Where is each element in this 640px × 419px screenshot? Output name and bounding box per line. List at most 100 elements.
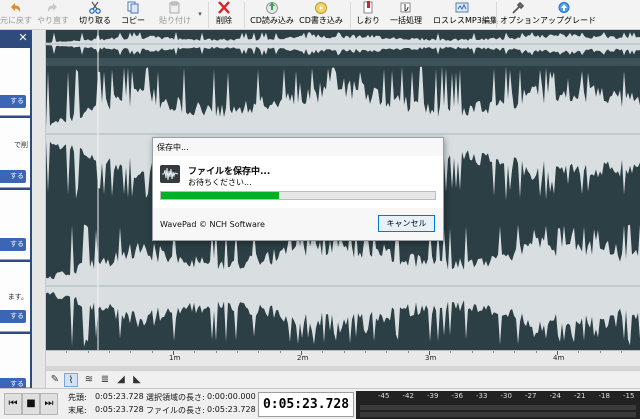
level-meter-left-channel [360, 405, 636, 410]
upgrade-button[interactable]: アップグレード [540, 0, 596, 30]
bookmark-button[interactable]: しおり [354, 0, 382, 30]
undo-label: 元に戻す [0, 16, 32, 25]
tips-panel: ✕ する で削 する する ます。 する する [0, 30, 32, 388]
timeline-minor-tick [194, 351, 196, 353]
wrench-icon [512, 1, 525, 14]
lossless-mp3-label: ロスレスMP3編集 [433, 16, 498, 25]
lossless-mp3-button[interactable]: ロスレスMP3編集 [433, 0, 498, 30]
options-label: オプション [500, 16, 540, 25]
close-icon[interactable]: ✕ [17, 32, 29, 44]
options-button[interactable]: オプション [500, 0, 540, 30]
save-progress-bar [160, 191, 436, 200]
copy-button[interactable]: コピー [118, 0, 148, 30]
red-x-icon [218, 1, 230, 14]
meter-scale-label: -30 [500, 392, 512, 400]
meter-scale-label: -24 [549, 392, 561, 400]
stop-icon: ■ [26, 398, 36, 409]
timeline-minor-tick [407, 351, 409, 353]
copy-label: コピー [121, 16, 145, 25]
toolbar-separator [244, 2, 245, 28]
level-meter-scale: -45 -42 -39 -36 -33 -30 -27 -24 -21 -18 -15 [356, 391, 640, 403]
paste-dropdown[interactable]: ▾ [196, 0, 204, 30]
cd-write-label: CD書き込み [299, 16, 343, 25]
skip-end-button[interactable]: ⏭ [40, 393, 58, 415]
meter-scale-label: -21 [574, 392, 586, 400]
cut-button[interactable]: 切り取る [78, 0, 112, 30]
tip-action-button[interactable]: する [0, 238, 26, 251]
select-tool-icon[interactable]: ⌇ [64, 373, 78, 387]
timeline-minor-tick [535, 351, 537, 353]
toolbar-separator [496, 2, 497, 28]
transport-bar: ⏮ ■ ⏭ 先頭: 0:05:23.728 末尾: 0:05:23.728 選択… [0, 388, 640, 419]
file-length-label: ファイルの長さ: [146, 406, 205, 415]
delete-button[interactable]: 削除 [210, 0, 238, 30]
tip-action-button[interactable]: する [0, 378, 26, 388]
tip-card: する [0, 190, 30, 260]
bookmark-label: しおり [356, 16, 380, 25]
upgrade-label: アップグレード [540, 16, 596, 25]
tip-action-button[interactable]: する [0, 95, 26, 108]
redo-arrow-icon [47, 3, 57, 12]
tip-card: ます。 する [0, 262, 30, 332]
cd-write-button[interactable]: CD書き込み [298, 0, 344, 30]
paste-button[interactable]: 貼り付け [155, 0, 195, 30]
meter-scale-label: -45 [378, 392, 390, 400]
end-value: 0:05:23.728 [95, 405, 144, 414]
timeline-minor-tick [279, 351, 281, 353]
tip-text: で削 [14, 141, 28, 149]
panel-splitter[interactable] [32, 30, 46, 388]
stop-button[interactable]: ■ [22, 393, 40, 415]
cd-read-button[interactable]: CD読み込み [248, 0, 296, 30]
dialog-body: ファイルを保存中... お待ちください... [153, 156, 443, 208]
timeline-minor-tick [578, 351, 580, 353]
copy-icon [127, 1, 139, 14]
skip-forward-icon: ⏭ [44, 398, 54, 409]
meter-scale-label: -39 [427, 392, 439, 400]
timeline-minor-tick [322, 351, 324, 353]
timeline-minor-tick [599, 351, 601, 353]
timeline-minor-tick [471, 351, 473, 353]
fade-out-tool-icon[interactable]: ◣ [130, 373, 144, 387]
edit-tools-row: ✎ ⌇ ≋ ≣ ◢ ◣ [46, 370, 640, 388]
wave-tool-icon[interactable]: ≋ [82, 373, 96, 387]
dialog-title: 保存中... [157, 143, 189, 152]
timeline-minor-tick [386, 351, 388, 353]
redo-button[interactable]: やり直す [34, 0, 72, 30]
cd-write-icon [315, 2, 327, 14]
selection-length-label: 選択領域の長さ: [146, 393, 205, 402]
meter-scale-label: -42 [402, 392, 414, 400]
timeline-minor-tick [237, 351, 238, 353]
timeline-minor-tick [151, 351, 153, 353]
zoom-wave-tool-icon[interactable]: ≣ [98, 373, 112, 387]
waveform-overview-divider [46, 58, 640, 66]
dialog-heading: ファイルを保存中... [188, 167, 271, 177]
undo-button[interactable]: 元に戻す [0, 0, 32, 30]
toolbar-separator [350, 2, 351, 28]
timeline-minor-tick [66, 351, 68, 353]
tip-text: ます。 [7, 293, 28, 301]
tip-card: する [0, 48, 30, 116]
back-to-start-button[interactable]: ⏮ [4, 393, 22, 415]
paste-icon [169, 1, 180, 14]
saving-dialog: 保存中... ファイルを保存中... お待ちください... WavePad © … [152, 137, 444, 241]
waveform-icon [160, 165, 180, 183]
fade-in-tool-icon[interactable]: ◢ [114, 373, 128, 387]
timeline-minor-tick [130, 351, 132, 353]
timeline-minor-tick [365, 351, 366, 353]
skip-back-icon: ⏮ [8, 398, 18, 409]
tip-action-button[interactable]: する [0, 310, 26, 323]
paste-label: 貼り付け [159, 16, 191, 25]
end-label: 末尾: [68, 406, 87, 415]
timeline-label: 3m [425, 354, 437, 362]
timeline-minor-tick [215, 351, 217, 353]
start-label: 先頭: [68, 393, 87, 402]
timeline-ruler[interactable]: 1m 2m 3m 4m [46, 350, 640, 366]
pencil-tool-icon[interactable]: ✎ [48, 373, 62, 387]
toolbar: 元に戻す やり直す 切り取る コピー 貼り付け ▾ 削除 CD読み込み CD書き… [0, 0, 640, 30]
timeline-label: 1m [169, 354, 181, 362]
cancel-button[interactable]: キャンセル [378, 215, 435, 232]
batch-button[interactable]: 一括処理 [388, 0, 424, 30]
selection-length-value: 0:00:00.000 [207, 392, 256, 401]
tip-action-button[interactable]: する [0, 170, 26, 183]
undo-arrow-icon [11, 3, 21, 12]
